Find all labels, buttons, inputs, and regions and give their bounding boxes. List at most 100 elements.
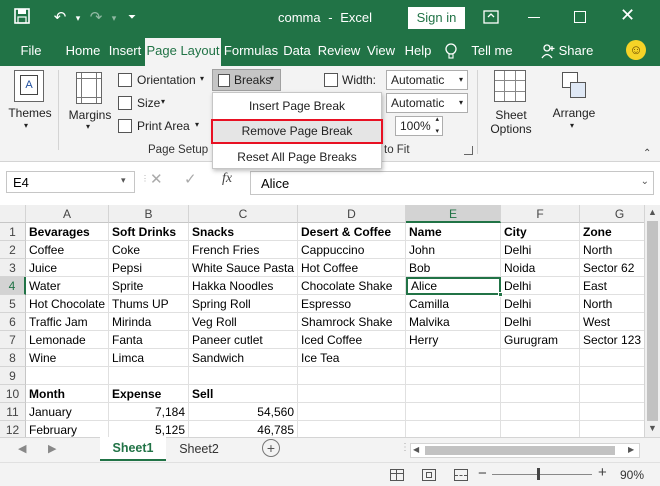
horizontal-scrollbar[interactable]: ◀ ▶	[410, 443, 640, 458]
cell-g7[interactable]: Sector 123	[580, 331, 644, 349]
cell-e9[interactable]	[406, 367, 501, 385]
cell-d11[interactable]	[298, 403, 406, 421]
cell-f9[interactable]	[501, 367, 580, 385]
row-header-3[interactable]: 3	[0, 259, 26, 277]
zoom-out-icon[interactable]: −	[478, 465, 487, 482]
column-header-d[interactable]: D	[298, 205, 406, 223]
margins-button[interactable]: Margins	[66, 108, 114, 122]
row-header-6[interactable]: 6	[0, 313, 26, 331]
themes-dropdown-icon[interactable]: ▾	[24, 121, 28, 130]
redo-dropdown-icon[interactable]: ▾	[104, 8, 124, 28]
cell-f11[interactable]	[501, 403, 580, 421]
cell-d8[interactable]: Ice Tea	[298, 349, 406, 367]
tab-split-icon[interactable]: ⋮	[400, 442, 410, 453]
print-area-dropdown-icon[interactable]: ▾	[195, 120, 199, 129]
cell-c4[interactable]: Hakka Noodles	[189, 277, 298, 295]
share-button[interactable]: Share	[558, 36, 594, 66]
cell-c6[interactable]: Veg Roll	[189, 313, 298, 331]
row-header-8[interactable]: 8	[0, 349, 26, 367]
cell-c2[interactable]: French Fries	[189, 241, 298, 259]
size-icon[interactable]	[118, 96, 132, 110]
add-sheet-icon[interactable]: +	[262, 439, 280, 457]
arrange-button[interactable]: Arrange	[550, 106, 598, 120]
row-header-1[interactable]: 1	[0, 223, 26, 241]
tell-me-search[interactable]: Tell me	[468, 36, 516, 66]
cell-g11[interactable]	[580, 403, 644, 421]
save-icon[interactable]	[12, 8, 32, 28]
cell-e6[interactable]: Malvika	[406, 313, 501, 331]
cell-a1[interactable]: Bevarages	[26, 223, 109, 241]
cell-e1[interactable]: Name	[406, 223, 501, 241]
next-sheet-icon[interactable]: ▶	[48, 442, 56, 455]
tab-help[interactable]: Help	[402, 36, 434, 66]
cell-d6[interactable]: Shamrock Shake	[298, 313, 406, 331]
scroll-up-icon[interactable]: ▲	[648, 207, 657, 217]
cell-b6[interactable]: Mirinda	[109, 313, 189, 331]
themes-button[interactable]: Themes	[8, 106, 52, 120]
tab-file[interactable]: File	[10, 36, 52, 66]
zoom-slider[interactable]	[492, 474, 592, 475]
scroll-down-icon[interactable]: ▼	[648, 423, 657, 433]
cell-g2[interactable]: North	[580, 241, 644, 259]
sign-in-button[interactable]: Sign in	[408, 7, 465, 29]
insert-function-icon[interactable]: fx	[222, 171, 232, 187]
arrange-icon[interactable]	[560, 70, 590, 102]
cell-c3[interactable]: White Sauce Pasta	[189, 259, 298, 277]
column-header-c[interactable]: C	[189, 205, 298, 223]
scale-spinner-icon[interactable]: ▴ ▾	[435, 114, 439, 138]
cell-g6[interactable]: West	[580, 313, 644, 331]
column-header-e[interactable]: E	[406, 205, 501, 223]
cell-b3[interactable]: Pepsi	[109, 259, 189, 277]
cell-d9[interactable]	[298, 367, 406, 385]
zoom-level[interactable]: 90%	[620, 468, 644, 482]
column-header-f[interactable]: F	[501, 205, 580, 223]
margins-dropdown-icon[interactable]: ▾	[86, 122, 90, 131]
size-dropdown-icon[interactable]: ▾	[161, 97, 165, 106]
column-header-b[interactable]: B	[109, 205, 189, 223]
cell-b12[interactable]: 5,125	[109, 421, 189, 437]
cancel-formula-icon[interactable]: ✕	[150, 170, 163, 188]
cell-d1[interactable]: Desert & Coffee	[298, 223, 406, 241]
cell-b2[interactable]: Coke	[109, 241, 189, 259]
row-header-10[interactable]: 10	[0, 385, 26, 403]
column-header-g[interactable]: G	[580, 205, 644, 223]
height-select[interactable]: Automatic ▾	[386, 93, 468, 113]
cell-g1[interactable]: Zone	[580, 223, 644, 241]
cell-a4[interactable]: Water	[26, 277, 109, 295]
scroll-right-icon[interactable]: ▶	[628, 445, 634, 454]
cell-c11[interactable]: 54,560	[189, 403, 298, 421]
formula-bar-grip-icon[interactable]: ⋮	[141, 175, 149, 183]
cell-b11[interactable]: 7,184	[109, 403, 189, 421]
cell-g3[interactable]: Sector 62	[580, 259, 644, 277]
cell-b7[interactable]: Fanta	[109, 331, 189, 349]
enter-formula-icon[interactable]: ✓	[184, 170, 197, 188]
cell-d4[interactable]: Chocolate Shake	[298, 277, 406, 295]
close-icon[interactable]: ✕	[620, 5, 635, 26]
worksheet-grid[interactable]: A B C D E F G 1 Bevarages Soft Drinks Snacks Desert…	[0, 205, 644, 437]
cell-f2[interactable]: Delhi	[501, 241, 580, 259]
zoom-in-icon[interactable]: +	[598, 464, 607, 481]
cell-g8[interactable]	[580, 349, 644, 367]
cell-a12[interactable]: February	[26, 421, 109, 437]
cell-b8[interactable]: Limca	[109, 349, 189, 367]
cell-a10[interactable]: Month	[26, 385, 109, 403]
cell-e3[interactable]: Bob	[406, 259, 501, 277]
customize-qat-icon[interactable]: ⏷	[122, 8, 142, 28]
cell-a3[interactable]: Juice	[26, 259, 109, 277]
undo-dropdown-icon[interactable]: ▾	[68, 8, 88, 28]
tab-view[interactable]: View	[365, 36, 397, 66]
expand-formula-bar-icon[interactable]: ⌄	[641, 176, 649, 187]
sheet-tab-sheet1[interactable]: Sheet1	[100, 437, 166, 461]
row-header-12[interactable]: 12	[0, 421, 26, 437]
cell-e8[interactable]	[406, 349, 501, 367]
vertical-scroll-thumb[interactable]	[647, 221, 658, 421]
sheet-options-icon[interactable]	[494, 70, 526, 102]
horizontal-scroll-thumb[interactable]	[425, 446, 615, 455]
cell-f1[interactable]: City	[501, 223, 580, 241]
cell-e4[interactable]: Alice	[406, 277, 501, 295]
breaks-button[interactable]: Breaks ▾	[212, 69, 281, 91]
share-icon[interactable]	[540, 43, 556, 59]
orientation-dropdown-icon[interactable]: ▾	[200, 74, 204, 83]
cell-b9[interactable]	[109, 367, 189, 385]
themes-icon[interactable]: A	[14, 70, 44, 102]
